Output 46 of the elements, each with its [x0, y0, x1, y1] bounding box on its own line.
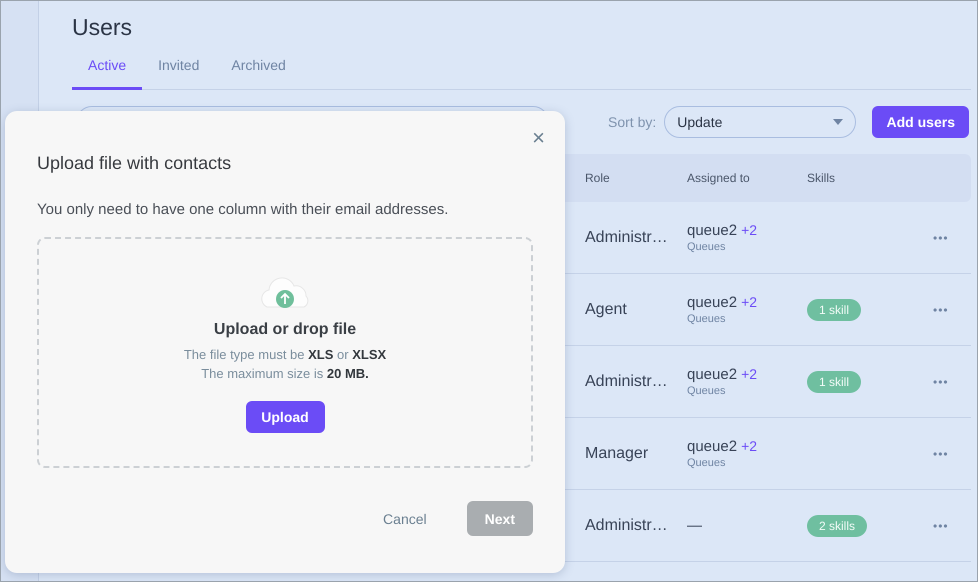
role-cell-text: Administr…	[585, 372, 669, 390]
role-cell-text: Administr…	[585, 516, 669, 534]
file-requirement: The file type must be XLS or XLSX	[184, 346, 386, 364]
close-button[interactable]: ×	[532, 127, 545, 149]
empty-dash: —	[687, 517, 703, 534]
extra-count: +2	[741, 222, 758, 238]
drop-heading: Upload or drop file	[214, 321, 356, 339]
add-users-button[interactable]: Add users	[872, 106, 970, 138]
skills-badge: 1 skill	[807, 370, 862, 392]
role-cell-text: Manager	[585, 444, 650, 462]
skills-badge: 1 skill	[807, 298, 862, 320]
queue-type: Queues	[687, 457, 727, 469]
more-menu[interactable]: •••	[933, 230, 949, 244]
dialog-description: You only need to have one column with their email addresses.	[37, 201, 450, 218]
queue-name: queue2	[687, 294, 738, 311]
column-header: Skills	[807, 171, 836, 185]
queue-name: queue2	[687, 366, 738, 383]
role-cell-text: Agent	[585, 300, 628, 318]
extra-count: +2	[741, 438, 758, 454]
tab[interactable]: Archived	[215, 57, 302, 90]
extra-count: +2	[741, 294, 758, 310]
tab[interactable]: Invited	[142, 57, 216, 90]
cancel-button[interactable]: Cancel	[365, 501, 445, 536]
column-header: Role	[585, 171, 611, 185]
queue-name: queue2	[687, 222, 738, 239]
queue-type: Queues	[687, 241, 727, 253]
caret-icon	[833, 119, 844, 125]
dialog-title: Upload file with contacts	[37, 153, 232, 174]
column-header: Assigned to	[687, 171, 751, 185]
more-menu[interactable]: •••	[933, 374, 949, 388]
queue-type: Queues	[687, 313, 727, 325]
more-menu[interactable]: •••	[933, 302, 949, 316]
file-requirement: The maximum size is 20 MB.	[201, 365, 369, 383]
queue-type: Queues	[687, 385, 727, 397]
upload-button[interactable]: Upload	[246, 401, 324, 433]
more-menu[interactable]: •••	[933, 446, 949, 460]
skills-badge: 2 skills	[807, 514, 868, 536]
sort-select[interactable]: Update	[664, 106, 856, 138]
more-menu[interactable]: •••	[933, 518, 949, 532]
drop-zone[interactable]: Upload or drop file The file type must be XLS or XLSX The maximum size is 20 MB. Upload	[37, 237, 533, 468]
page-title: Users	[72, 13, 134, 41]
sort-label: Sort by:	[608, 114, 656, 130]
extra-count: +2	[741, 366, 758, 382]
tab[interactable]: Active	[72, 57, 142, 90]
role-cell-text: Administr…	[585, 228, 669, 246]
queue-name: queue2	[687, 438, 738, 455]
